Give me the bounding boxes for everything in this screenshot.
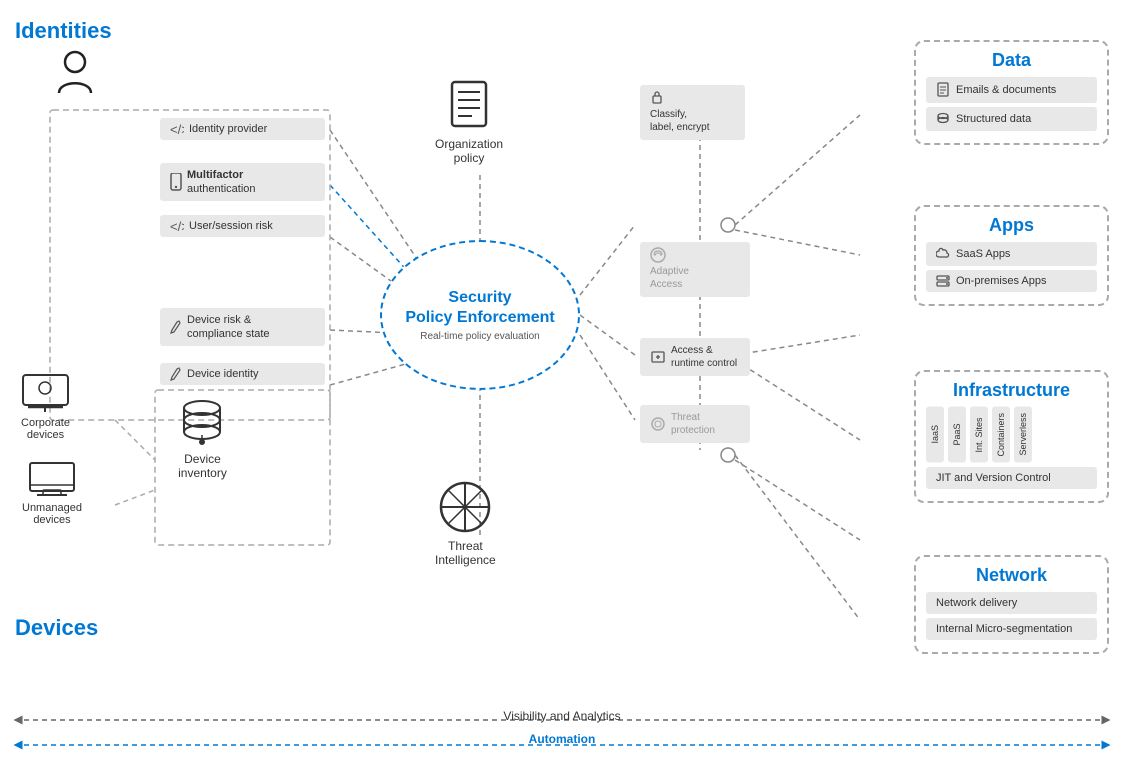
diagram-container: Identities </> Identity provider Multifa… [0,0,1124,771]
automation-label: Automation [529,732,596,746]
threat-protection-box: Threat protection [640,405,750,443]
threat-intel-icon [438,480,493,535]
threat-intelligence-container: Threat Intelligence [435,480,496,567]
org-policy-container: Organization policy [435,80,503,165]
identity-provider-box: </> Identity provider [160,118,325,140]
internal-microseg-item: Internal Micro-segmentation [926,618,1097,640]
iaas-item: IaaS [926,407,944,463]
access-runtime-box: Access & runtime control [640,338,750,376]
pencil-icon2 [170,367,182,381]
user-session-risk-box: </> User/session risk [160,215,325,237]
corporate-device-icon [18,370,73,415]
adaptive-access-box: Adaptive Access [640,242,750,297]
server-icon [936,275,950,287]
infrastructure-section: Infrastructure IaaS PaaS Int. Sites Cont… [914,370,1109,503]
onprem-apps-item: On-premises Apps [926,270,1097,292]
apps-section: Apps SaaS Apps On-premises Apps [914,205,1109,306]
network-delivery-item: Network delivery [926,592,1097,614]
corporate-devices-container: Corporate devices [18,370,73,441]
shield-icon [650,416,666,432]
cloud-icon [936,247,950,261]
network-section: Network Network delivery Internal Micro-… [914,555,1109,654]
code-icon2: </> [170,219,184,233]
unmanaged-device-icon [27,460,77,500]
identities-title: Identities [15,18,112,44]
device-risk-box: Device risk & compliance state [160,308,325,346]
device-identity-box: Device identity [160,363,325,385]
serverless-item: Serverless [1014,407,1032,463]
org-policy-icon [444,80,494,135]
paas-item: PaaS [948,407,966,463]
lock-icon [650,90,664,104]
security-policy-ellipse: Security Policy Enforcement Real-time po… [380,240,580,390]
structured-data-item: Structured data [926,107,1097,131]
data-section: Data Emails & documents Structured data [914,40,1109,145]
emails-documents-item: Emails & documents [926,77,1097,103]
access-icon [650,349,666,365]
jit-version-control-item: JIT and Version Control [926,467,1097,489]
fingerprint-icon [650,247,666,263]
database-icon [936,112,950,126]
classify-box: Classify, label, encrypt [640,85,745,140]
pencil-icon [170,320,182,334]
devices-title: Devices [15,615,98,641]
device-inventory-container: Device inventory [175,395,230,480]
phone-icon [170,173,182,191]
visibility-analytics-label: Visibility and Analytics [503,709,620,723]
person-icon [55,50,95,98]
code-icon: </> [170,122,184,136]
svg-text:</>: </> [170,122,184,136]
multifactor-box: Multifactor authentication [160,163,325,201]
infra-vertical-items: IaaS PaaS Int. Sites Containers Serverle… [926,407,1097,463]
device-inventory-icon [175,395,230,450]
document-icon [936,82,950,98]
svg-text:</>: </> [170,219,184,233]
containers-item: Containers [992,407,1010,463]
saas-apps-item: SaaS Apps [926,242,1097,266]
int-sites-item: Int. Sites [970,407,988,463]
unmanaged-devices-container: Unmanaged devices [22,460,82,526]
